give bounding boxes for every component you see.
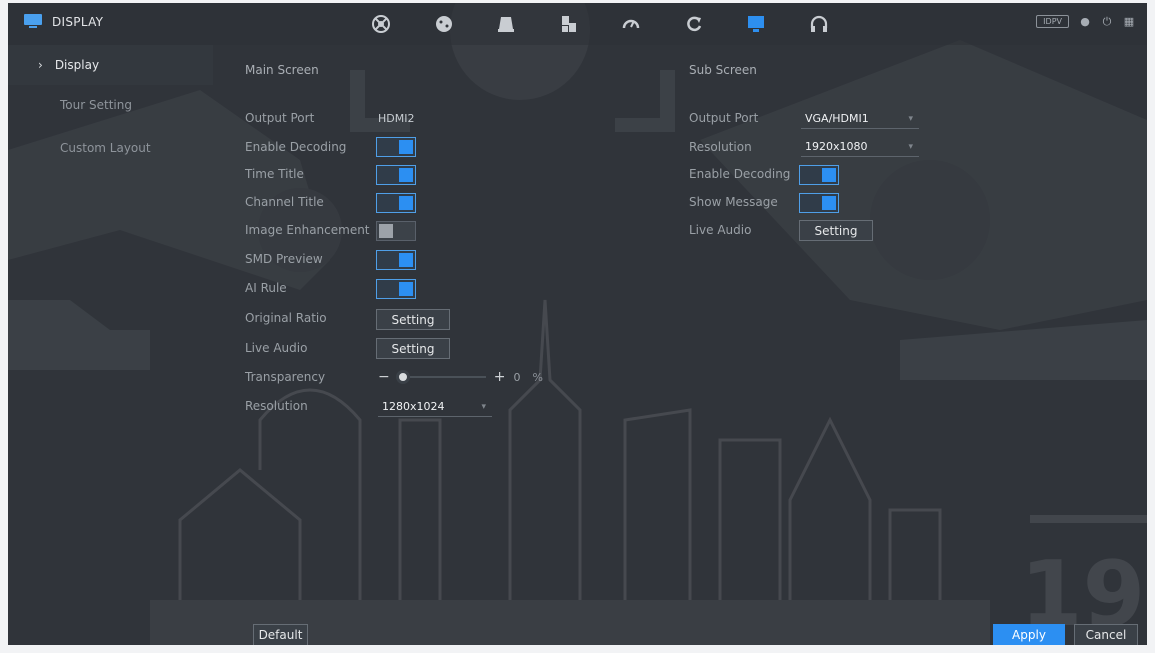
transparency-label: Transparency [245, 370, 326, 384]
smart-icon[interactable] [431, 11, 457, 37]
main-screen-heading: Main Screen [245, 63, 319, 77]
monitor-icon [24, 14, 42, 29]
original-ratio-label: Original Ratio [245, 311, 327, 325]
chevron-right-icon: › [38, 58, 43, 72]
sidebar-item-label: Display [54, 58, 100, 72]
transparency-slider-handle[interactable] [395, 370, 410, 384]
headset-icon[interactable] [806, 11, 832, 37]
main-output-port-label: Output Port [245, 111, 315, 125]
sidebar-item-tour-setting[interactable]: Tour Setting [8, 85, 213, 125]
top-bar: DISPLAY IDPV ● ⏻ ▦ [8, 3, 1147, 45]
show-message-toggle[interactable] [799, 193, 839, 213]
cancel-button[interactable]: Cancel [1074, 624, 1138, 646]
sub-resolution-label: Resolution [689, 140, 752, 154]
transparency-track[interactable] [395, 370, 486, 384]
main-output-port-value: HDMI2 [378, 112, 415, 125]
gauge-icon[interactable] [618, 11, 644, 37]
storage-icon[interactable] [493, 11, 519, 37]
sub-live-audio-label: Live Audio [689, 223, 752, 237]
image-enhancement-toggle[interactable] [376, 221, 416, 241]
transparency-decrease-button[interactable]: − [378, 369, 390, 385]
ai-rule-toggle[interactable] [376, 279, 416, 299]
sub-enable-decoding-toggle[interactable] [799, 165, 839, 185]
image-enhancement-label: Image Enhancement [245, 223, 370, 237]
chevron-down-icon: ▾ [481, 401, 486, 412]
network-icon[interactable] [556, 11, 582, 37]
grid-icon[interactable]: ▦ [1123, 15, 1135, 28]
smd-preview-label: SMD Preview [245, 252, 323, 266]
chevron-down-icon: ▾ [908, 113, 913, 124]
sub-live-audio-setting-button[interactable]: Setting [799, 220, 873, 241]
transparency-unit: % [532, 370, 543, 384]
channel-title-label: Channel Title [245, 195, 324, 209]
transparency-slider: − + 0 % [378, 369, 543, 385]
status-badge: IDPV [1036, 15, 1069, 28]
main-nav [368, 11, 868, 37]
sidebar-item-label: Custom Layout [60, 141, 151, 155]
sub-screen-heading: Sub Screen [689, 63, 757, 77]
live-audio-label: Live Audio [245, 341, 308, 355]
shutdown-icon[interactable]: ⏻ [1101, 15, 1113, 28]
sub-enable-decoding-label: Enable Decoding [689, 167, 791, 181]
apply-button[interactable]: Apply [993, 624, 1065, 646]
ai-rule-label: AI Rule [245, 281, 287, 295]
main-resolution-label: Resolution [245, 399, 308, 413]
display-icon[interactable] [743, 11, 769, 37]
original-ratio-setting-button[interactable]: Setting [376, 309, 450, 330]
default-button[interactable]: Default [253, 624, 308, 646]
user-icon[interactable]: ● [1079, 15, 1091, 28]
main-resolution-value: 1280x1024 [382, 400, 445, 413]
enable-decoding-label: Enable Decoding [245, 140, 347, 154]
refresh-icon[interactable] [681, 11, 707, 37]
smd-preview-toggle[interactable] [376, 250, 416, 270]
sidebar-item-custom-layout[interactable]: Custom Layout [8, 128, 213, 168]
camera-icon[interactable] [368, 11, 394, 37]
settings-panel: Main Screen Output Port HDMI2 Enable Dec… [213, 45, 1147, 645]
live-audio-setting-button[interactable]: Setting [376, 338, 450, 359]
main-resolution-select[interactable]: 1280x1024 ▾ [378, 397, 492, 417]
chevron-down-icon: ▾ [908, 141, 913, 152]
sub-output-port-value: VGA/HDMI1 [805, 112, 869, 125]
transparency-value: 0 [513, 370, 521, 384]
sidebar-item-label: Tour Setting [60, 98, 132, 112]
time-title-label: Time Title [245, 167, 304, 181]
sub-resolution-value: 1920x1080 [805, 140, 868, 153]
header-tools: IDPV ● ⏻ ▦ [1036, 15, 1135, 28]
sub-resolution-select[interactable]: 1920x1080 ▾ [801, 137, 919, 157]
sidebar: › Display Tour Setting Custom Layout [8, 45, 213, 645]
channel-title-toggle[interactable] [376, 193, 416, 213]
page-title: DISPLAY [52, 14, 104, 29]
sub-output-port-label: Output Port [689, 111, 759, 125]
transparency-increase-button[interactable]: + [494, 369, 506, 385]
page-title-group: DISPLAY [24, 14, 103, 29]
time-title-toggle[interactable] [376, 165, 416, 185]
sub-output-port-select[interactable]: VGA/HDMI1 ▾ [801, 109, 919, 129]
show-message-label: Show Message [689, 195, 778, 209]
sidebar-item-display[interactable]: › Display [8, 45, 213, 85]
enable-decoding-toggle[interactable] [376, 137, 416, 157]
